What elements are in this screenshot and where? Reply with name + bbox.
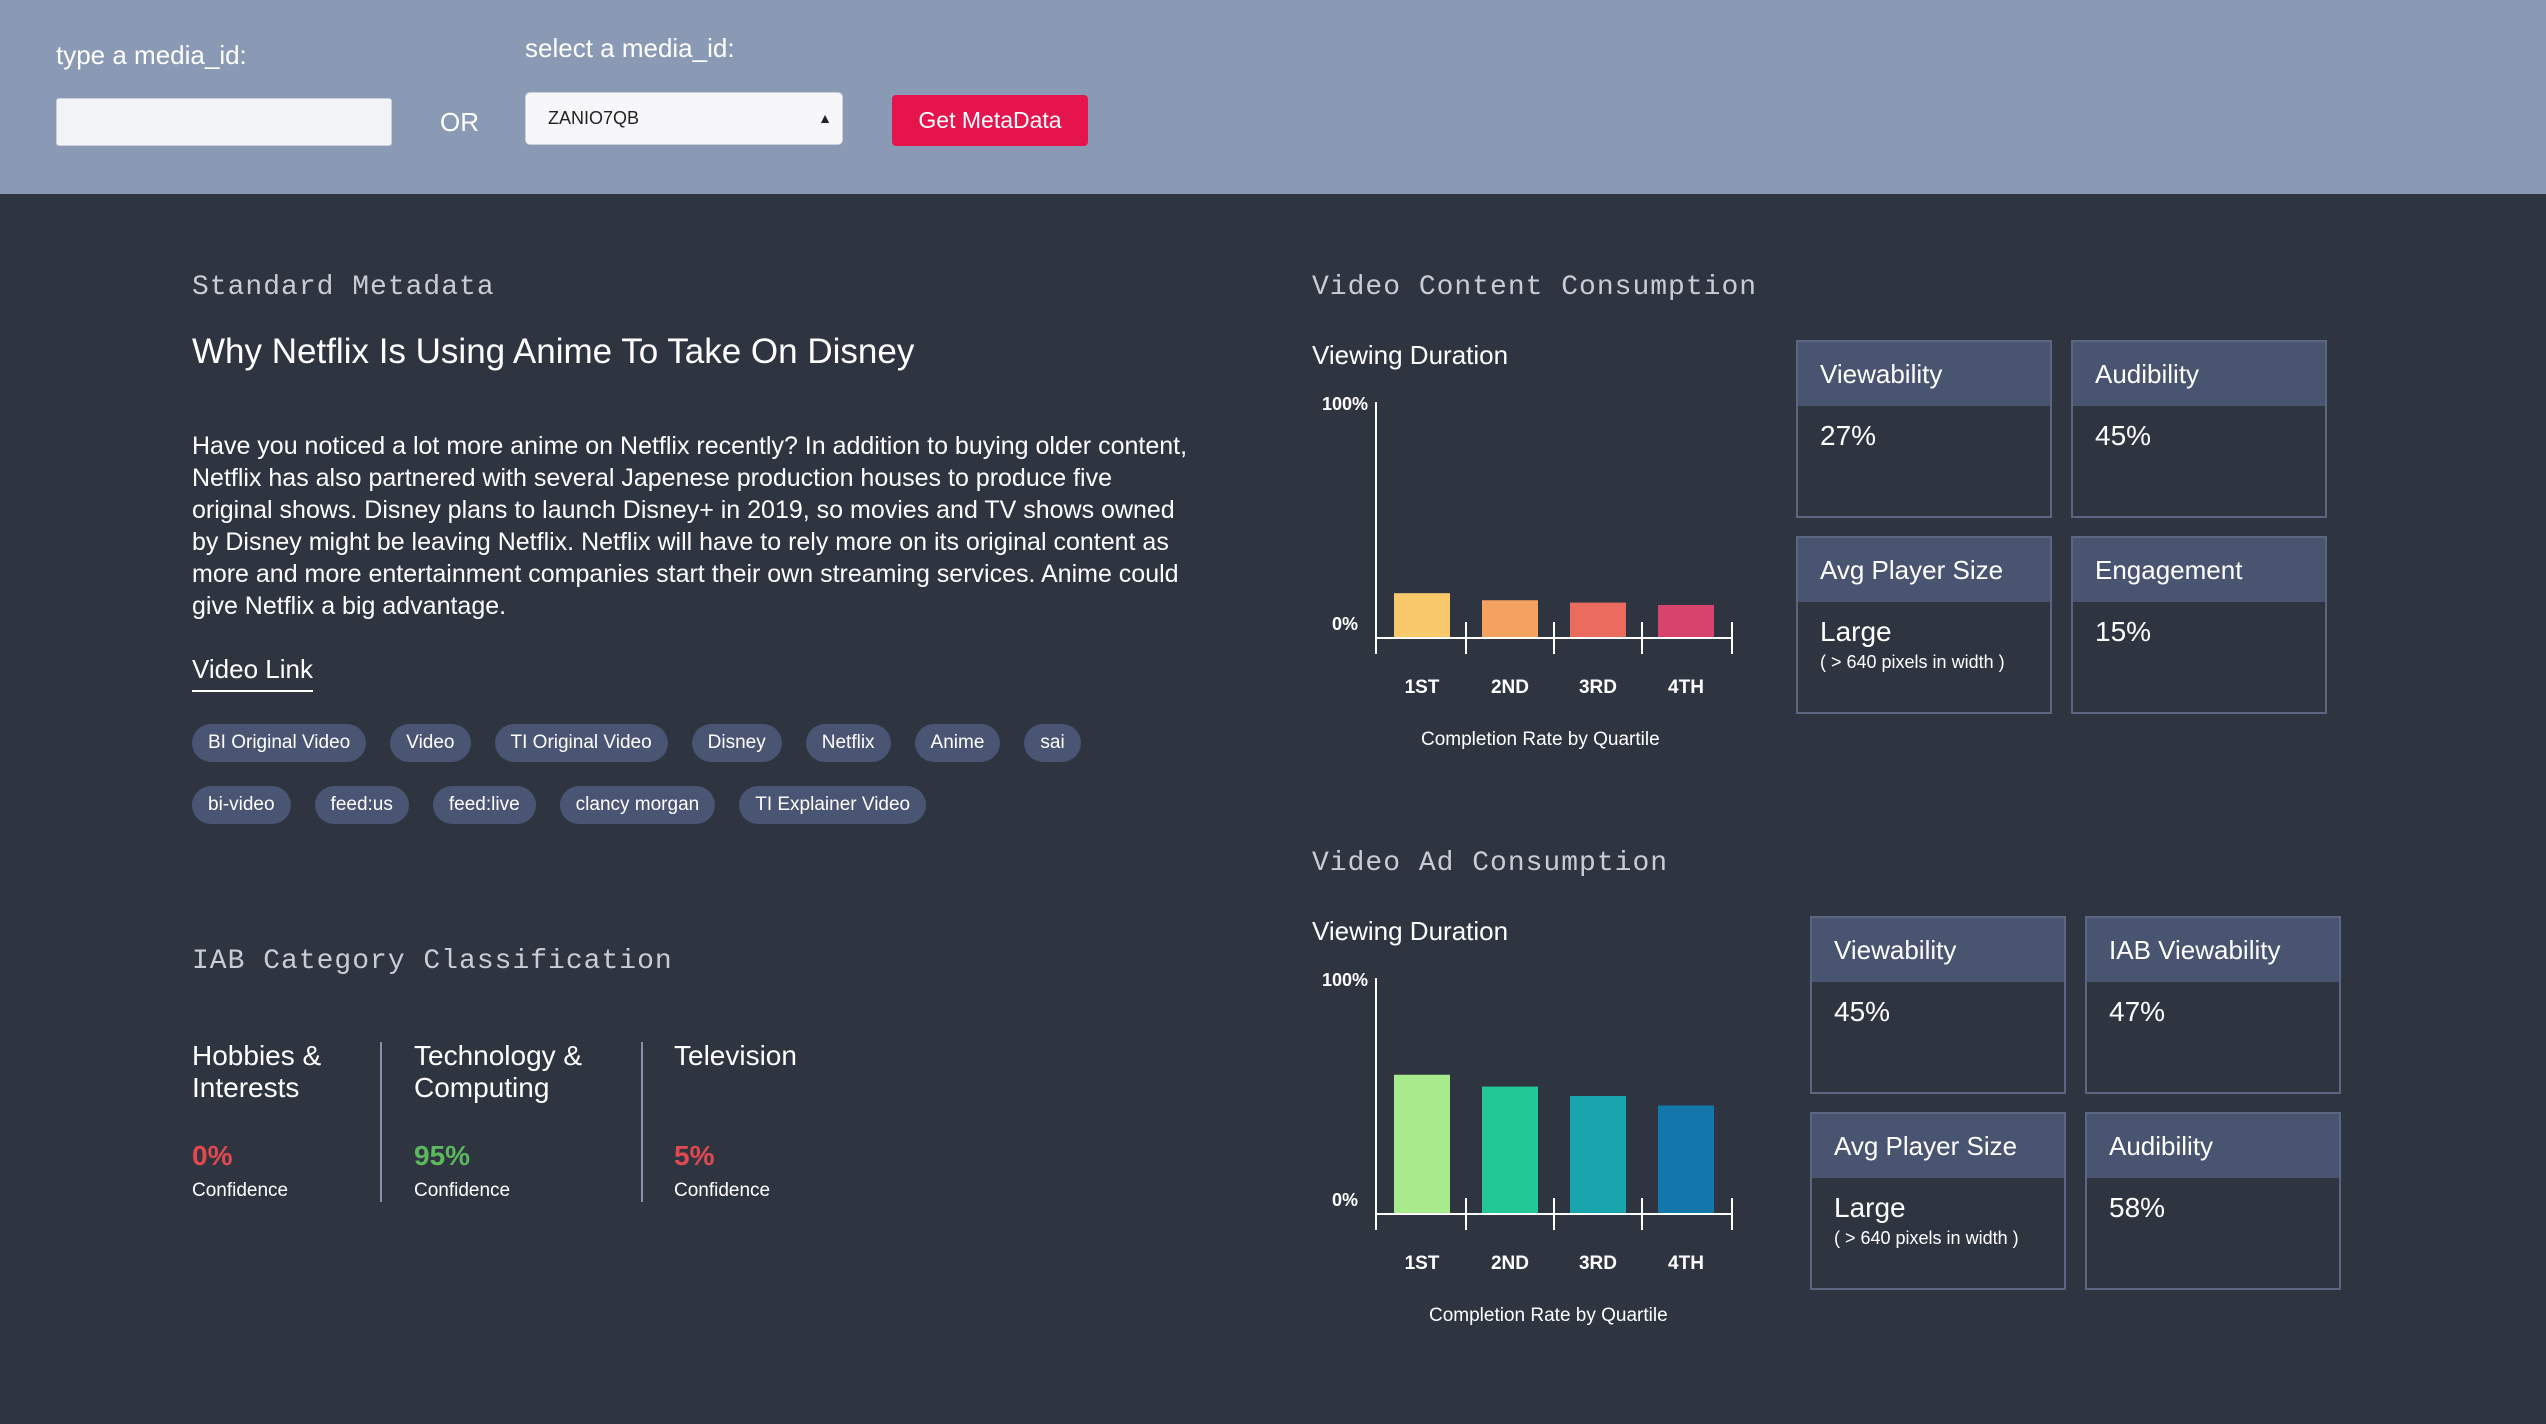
tag[interactable]: feed:live xyxy=(432,786,536,824)
video-description: Have you noticed a lot more anime on Net… xyxy=(192,432,1188,620)
media-id-select[interactable]: ZANIO7QB ▲ xyxy=(525,92,843,145)
tag[interactable]: clancy morgan xyxy=(559,786,716,824)
bar-4th xyxy=(1658,604,1714,638)
metric-value: Large xyxy=(1820,616,1892,647)
metric-value: 58% xyxy=(2109,1192,2166,1223)
iab-category-name: Television xyxy=(674,1040,797,1071)
tag[interactable]: BI Original Video xyxy=(192,724,367,762)
content-chart-label: Viewing Duration xyxy=(1312,340,1509,370)
metric-label: Audibility xyxy=(2073,342,2325,406)
iab-divider xyxy=(380,1042,382,1202)
tag[interactable]: TI Explainer Video xyxy=(739,786,927,824)
iab-confidence-value: 5% xyxy=(674,1140,715,1171)
tag-row-1: BI Original Video Video TI Original Vide… xyxy=(192,724,1192,762)
iab-category-name: Hobbies & Interests xyxy=(192,1040,322,1103)
type-media-id-label: type a media_id: xyxy=(56,40,247,70)
y-axis-max-label: 100% xyxy=(1322,394,1368,414)
metric-label: Engagement xyxy=(2073,538,2325,602)
ad-metric-viewability: Viewability 45% xyxy=(1810,916,2066,1094)
tag[interactable]: Anime xyxy=(914,724,1001,762)
x-tick-label: 3RD xyxy=(1579,677,1617,698)
metric-label: Viewability xyxy=(1798,342,2050,406)
metric-subtext: ( > 640 pixels in width ) xyxy=(1834,1228,2019,1248)
iab-divider xyxy=(641,1042,643,1202)
bar-3rd xyxy=(1570,1096,1626,1214)
ad-metric-player-size: Avg Player Size Large ( > 640 pixels in … xyxy=(1810,1112,2066,1290)
content-metric-viewability: Viewability 27% xyxy=(1796,340,2052,518)
tag[interactable]: TI Original Video xyxy=(494,724,668,762)
metric-subtext: ( > 640 pixels in width ) xyxy=(1820,652,2005,672)
iab-category-television: Television 5% Confidence xyxy=(674,1040,797,1201)
iab-confidence-value: 95% xyxy=(414,1140,471,1171)
video-title: Why Netflix Is Using Anime To Take On Di… xyxy=(192,332,915,371)
or-label: OR xyxy=(440,107,479,137)
bar-2nd xyxy=(1482,600,1538,638)
tag[interactable]: feed:us xyxy=(314,786,409,824)
search-bar: type a media_id: OR select a media_id: Z… xyxy=(0,0,2546,194)
ad-chart-caption: Completion Rate by Quartile xyxy=(1429,1305,1668,1326)
ad-metric-iab-viewability: IAB Viewability 47% xyxy=(2085,916,2341,1094)
tag-list: BI Original Video Video TI Original Vide… xyxy=(192,724,1192,848)
content-metric-engagement: Engagement 15% xyxy=(2071,536,2327,714)
standard-metadata-heading: Standard Metadata xyxy=(192,272,495,303)
video-link[interactable]: Video Link xyxy=(192,654,313,692)
x-tick-label: 1ST xyxy=(1405,1253,1440,1274)
ad-chart-label: Viewing Duration xyxy=(1312,916,1509,946)
bar-1st xyxy=(1394,593,1450,638)
content-metric-audibility: Audibility 45% xyxy=(2071,340,2327,518)
ad-metric-audibility: Audibility 58% xyxy=(2085,1112,2341,1290)
metric-label: Audibility xyxy=(2087,1114,2339,1178)
ad-viewing-duration-chart: 100% 0% 1ST 2ND 3RD 4TH xyxy=(1322,970,1733,1274)
bar-1st xyxy=(1394,1074,1450,1214)
content-viewing-duration-chart: 100% 0% 1ST 2ND 3RD 4TH xyxy=(1322,394,1733,698)
media-id-select-value: ZANIO7QB xyxy=(548,108,640,128)
content-chart-caption: Completion Rate by Quartile xyxy=(1421,729,1660,750)
iab-confidence-label: Confidence xyxy=(674,1180,771,1201)
metric-value: 45% xyxy=(2095,420,2152,451)
y-axis-max-label: 100% xyxy=(1322,970,1368,990)
metric-label: Avg Player Size xyxy=(1798,538,2050,602)
tag[interactable]: Netflix xyxy=(805,724,891,762)
media-id-input[interactable] xyxy=(56,98,392,146)
iab-category-hobbies: Hobbies & Interests 0% Confidence xyxy=(192,1040,322,1201)
x-tick-label: 4TH xyxy=(1668,677,1704,698)
iab-heading: IAB Category Classification xyxy=(192,946,673,977)
x-tick-label: 4TH xyxy=(1668,1253,1704,1274)
content-consumption-heading: Video Content Consumption xyxy=(1312,272,1758,303)
tag[interactable]: Video xyxy=(390,724,471,762)
select-arrows-icon: ▲ xyxy=(818,110,832,126)
metric-value: 47% xyxy=(2109,996,2166,1027)
content-metric-player-size: Avg Player Size Large ( > 640 pixels in … xyxy=(1796,536,2052,714)
bar-3rd xyxy=(1570,602,1626,638)
metric-value: 15% xyxy=(2095,616,2152,647)
bar-4th xyxy=(1658,1105,1714,1214)
metric-label: Avg Player Size xyxy=(1812,1114,2064,1178)
metric-value: 45% xyxy=(1834,996,1891,1027)
ad-consumption-heading: Video Ad Consumption xyxy=(1312,848,1669,879)
metric-label: IAB Viewability xyxy=(2087,918,2339,982)
tag[interactable]: sai xyxy=(1024,724,1081,762)
tag-row-2: bi-video feed:us feed:live clancy morgan… xyxy=(192,786,1192,824)
x-tick-label: 2ND xyxy=(1491,677,1529,698)
iab-confidence-value: 0% xyxy=(192,1140,233,1171)
iab-confidence-label: Confidence xyxy=(192,1180,289,1201)
x-tick-label: 3RD xyxy=(1579,1253,1617,1274)
get-metadata-button[interactable]: Get MetaData xyxy=(892,95,1088,146)
metric-value: 27% xyxy=(1820,420,1877,451)
iab-category-name: Technology & Computing xyxy=(414,1040,583,1103)
select-media-id-label: select a media_id: xyxy=(525,33,735,63)
metric-label: Viewability xyxy=(1812,918,2064,982)
x-tick-label: 1ST xyxy=(1405,677,1440,698)
y-axis-min-label: 0% xyxy=(1332,614,1358,634)
iab-category-technology: Technology & Computing 95% Confidence xyxy=(414,1040,583,1201)
bar-2nd xyxy=(1482,1086,1538,1214)
tag[interactable]: bi-video xyxy=(192,786,291,824)
y-axis-min-label: 0% xyxy=(1332,1190,1358,1210)
metric-value: Large xyxy=(1834,1192,1906,1223)
x-tick-label: 2ND xyxy=(1491,1253,1529,1274)
tag[interactable]: Disney xyxy=(691,724,782,762)
iab-confidence-label: Confidence xyxy=(414,1180,511,1201)
